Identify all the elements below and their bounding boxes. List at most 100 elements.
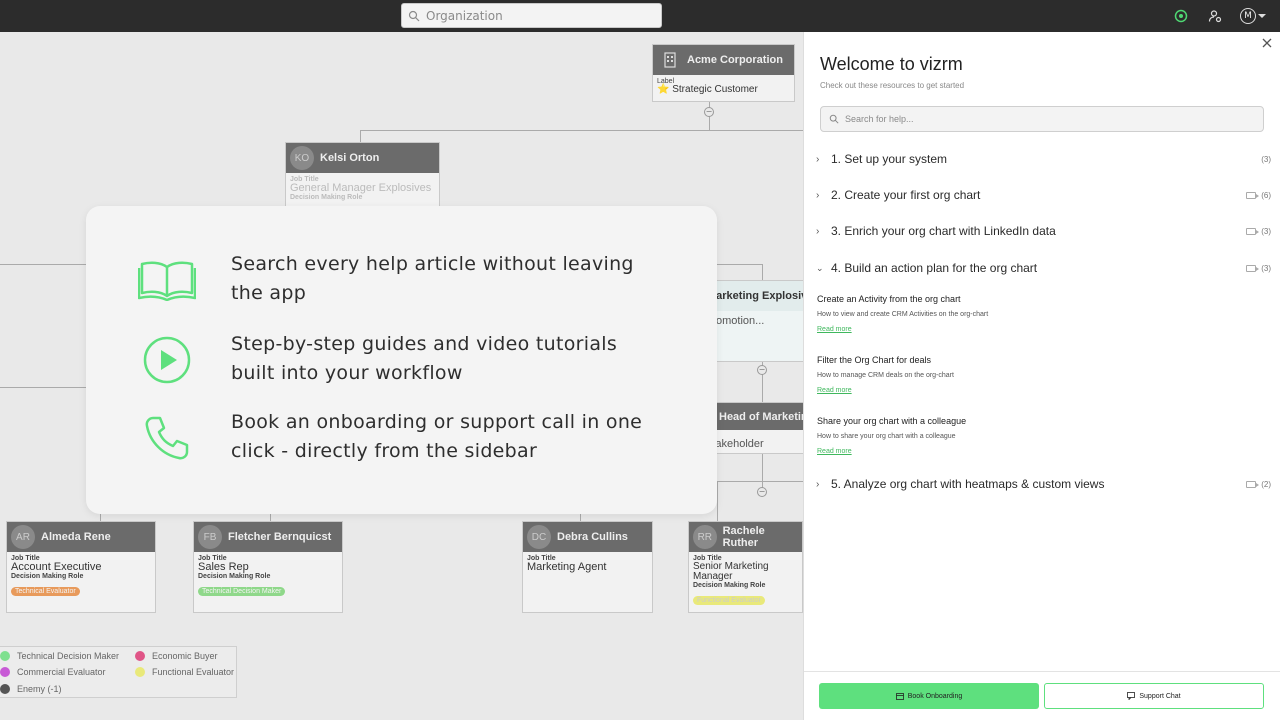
node-field-value: Stakeholder (705, 438, 764, 450)
section-setup-system[interactable]: › 1. Set up your system (3) (816, 150, 1271, 168)
article-description: How to view and create CRM Activities on… (817, 311, 989, 318)
section-label: 1. Set up your system (831, 152, 948, 166)
article-description: How to manage CRM deals on the org-chart (817, 372, 954, 379)
search-placeholder: Search for help... (845, 114, 914, 124)
chevron-right-icon: › (816, 225, 820, 237)
node-avatar: FB (198, 525, 222, 549)
article-title: Filter the Org Chart for deals (817, 355, 932, 365)
node-field-value: Marketing Agent (527, 561, 607, 573)
node-field-label: Decision Making Role (290, 194, 363, 201)
role-badge: Technical Evaluator (11, 587, 80, 596)
legend-label: Technical Decision Maker (17, 651, 120, 661)
legend-label: Economic Buyer (152, 651, 218, 661)
node-avatar: RR (693, 525, 717, 549)
role-badge: Technical Decision Maker (198, 587, 286, 596)
panel-footer: Book Onboarding Support Chat (804, 671, 1280, 720)
node-field-value: Promotion... (705, 315, 765, 327)
user-settings-icon[interactable] (1206, 7, 1224, 25)
help-panel: Welcome to vizrm Check out these resourc… (803, 32, 1280, 720)
node-avatar: DC (527, 525, 551, 549)
search-icon (829, 114, 839, 124)
collapse-toggle[interactable]: − (757, 487, 767, 497)
phone-icon (136, 408, 198, 468)
book-icon (136, 250, 198, 310)
legend-dot (0, 667, 10, 677)
org-node-fletcher[interactable]: FB Fletcher Bernquicst Job Title Sales Re… (193, 521, 343, 613)
section-create-org-chart[interactable]: › 2. Create your first org chart (6) (816, 186, 1271, 204)
legend-label: Enemy (-1) (17, 684, 62, 694)
support-chat-button[interactable]: Support Chat (1044, 683, 1264, 709)
node-field-value: Sales Rep (198, 561, 249, 573)
help-search-input[interactable]: Search for help... (820, 106, 1264, 132)
feature-item-video-tutorials: Step-by-step guides and video tutorials … (136, 330, 651, 390)
panel-subtitle: Check out these resources to get started (820, 81, 965, 90)
section-label: 3. Enrich your org chart with LinkedIn d… (831, 224, 1056, 238)
node-name: Fletcher Bernquicst (228, 531, 332, 543)
section-count: (6) (1261, 190, 1271, 200)
node-field-value: ⭐ Strategic Customer (657, 84, 758, 95)
section-action-plan[interactable]: ⌄ 4. Build an action plan for the org ch… (816, 259, 1271, 277)
node-name: Head of Marketing (719, 410, 803, 423)
legend-item: Functional Evaluator (135, 667, 234, 677)
avatar: M (1240, 8, 1256, 24)
org-node-almeda[interactable]: AR Almeda Rene Job Title Account Executiv… (6, 521, 156, 613)
collapse-toggle[interactable]: − (704, 107, 714, 117)
calendar-icon (895, 693, 904, 700)
chevron-down-icon (1258, 14, 1266, 18)
section-enrich-linkedin[interactable]: › 3. Enrich your org chart with LinkedIn… (816, 222, 1271, 240)
node-field-value: Senior Marketing Manager (693, 561, 769, 582)
feature-overlay-card: Search every help article without leavin… (86, 206, 717, 514)
article-description: How to share your org chart with a colle… (817, 433, 956, 440)
node-avatar: KO (290, 146, 314, 170)
org-node-acme[interactable]: Acme Corporation Label ⭐ Strategic Custo… (652, 44, 795, 102)
book-onboarding-button[interactable]: Book Onboarding (819, 683, 1039, 709)
section-count: (2) (1261, 479, 1271, 489)
node-name: Marketing Explosive (707, 290, 803, 302)
section-analyze-heatmaps[interactable]: › 5. Analyze org chart with heatmaps & c… (816, 475, 1271, 493)
organization-search-input[interactable]: Organization (401, 3, 662, 28)
feature-item-help-articles: Search every help article without leavin… (136, 250, 651, 310)
feature-text: Step-by-step guides and video tutorials … (231, 333, 618, 384)
close-icon[interactable] (1260, 35, 1274, 49)
node-field-value: General Manager Explosives (290, 182, 432, 194)
chevron-right-icon: › (816, 478, 820, 490)
collapse-toggle[interactable]: − (757, 365, 767, 375)
role-badge: Functional Evaluator (693, 596, 765, 605)
org-node-rachele[interactable]: RR Rachele Ruther Job Title Senior Market… (688, 521, 803, 613)
chevron-right-icon: › (816, 153, 820, 165)
chevron-down-icon: ⌄ (816, 262, 824, 273)
read-more-link[interactable]: Read more (817, 448, 852, 455)
article-title: Create an Activity from the org chart (817, 294, 961, 304)
legend-dot (0, 651, 10, 661)
account-menu[interactable]: M (1240, 8, 1266, 24)
help-chat-icon[interactable] (1172, 7, 1190, 25)
node-name: Acme Corporation (687, 54, 783, 66)
read-more-link[interactable]: Read more (817, 387, 852, 394)
button-label: Support Chat (1139, 692, 1181, 700)
panel-title: Welcome to vizrm (820, 54, 963, 74)
video-icon (1246, 264, 1260, 272)
section-label: 4. Build an action plan for the org char… (831, 261, 1038, 275)
article-item: Create an Activity from the org chart Ho… (817, 294, 1257, 336)
role-legend: Technical Decision Maker Economic Buyer … (0, 646, 237, 698)
chat-icon (1127, 692, 1136, 700)
node-name: Almeda Rene (41, 531, 111, 543)
feature-text: Search every help article without leavin… (231, 253, 634, 304)
legend-dot (135, 667, 145, 677)
read-more-link[interactable]: Read more (817, 326, 852, 333)
search-placeholder: Organization (426, 8, 503, 23)
legend-label: Functional Evaluator (152, 667, 235, 677)
org-node-debra[interactable]: DC Debra Cullins Job Title Marketing Agen… (522, 521, 653, 613)
search-icon (408, 10, 420, 21)
article-title: Share your org chart with a colleague (817, 416, 967, 426)
node-field-label: Decision Making Role (11, 573, 84, 580)
video-icon (1246, 227, 1260, 235)
chevron-right-icon: › (816, 189, 820, 201)
legend-item: Economic Buyer (135, 651, 218, 661)
node-name: Kelsi Orton (320, 152, 380, 164)
node-field-label: Decision Making Role (198, 573, 271, 580)
legend-item: Enemy (-1) (0, 684, 62, 694)
node-avatar: AR (11, 525, 35, 549)
legend-dot (0, 684, 10, 694)
article-item: Filter the Org Chart for deals How to ma… (817, 355, 1257, 397)
